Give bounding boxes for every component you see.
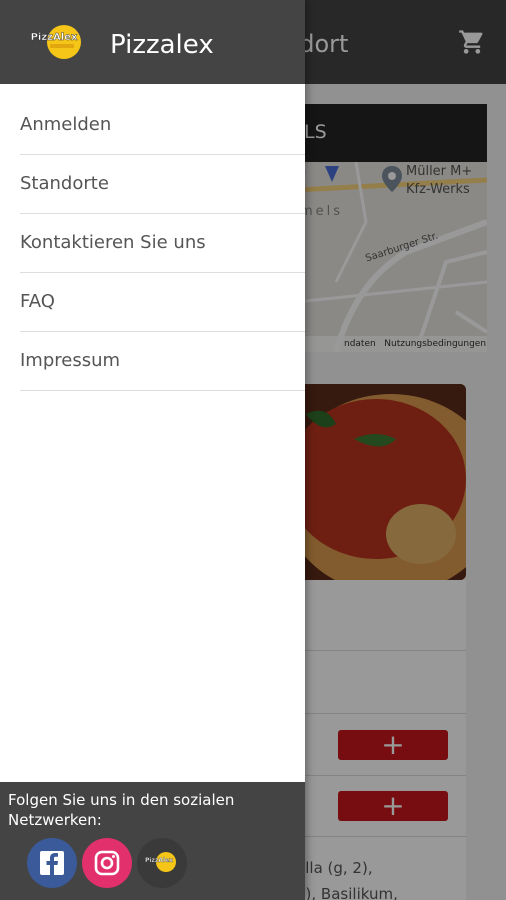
drawer-title: Pizzalex — [110, 30, 214, 60]
instagram-button[interactable] — [82, 838, 132, 888]
menu-item-label: FAQ — [20, 291, 55, 312]
instagram-icon — [94, 850, 120, 876]
facebook-icon — [40, 851, 64, 875]
drawer-menu: Anmelden Standorte Kontaktieren Sie uns … — [0, 96, 305, 391]
pizzalex-logo-icon: PizzAlex — [145, 852, 176, 872]
social-section: Folgen Sie uns in den sozialen Netzwerke… — [0, 782, 305, 900]
navigation-drawer: PizzAlex Pizzalex Anmelden Standorte Kon… — [0, 0, 305, 900]
menu-item-standorte[interactable]: Standorte — [20, 155, 305, 214]
logo-text: PizzAlex — [31, 32, 78, 43]
pizzalex-logo: PizzAlex — [30, 25, 81, 59]
menu-item-label: Standorte — [20, 173, 109, 194]
social-heading: Folgen Sie uns in den sozialen Netzwerke… — [8, 791, 235, 829]
logo-text-small: PizzAlex — [145, 857, 173, 864]
menu-item-label: Impressum — [20, 350, 121, 371]
drawer-header: PizzAlex Pizzalex — [0, 0, 305, 84]
menu-item-anmelden[interactable]: Anmelden — [20, 96, 305, 155]
menu-item-faq[interactable]: FAQ — [20, 273, 305, 332]
menu-item-kontakt[interactable]: Kontaktieren Sie uns — [20, 214, 305, 273]
pizzalex-website-button[interactable]: PizzAlex — [137, 838, 187, 888]
menu-item-impressum[interactable]: Impressum — [20, 332, 305, 391]
facebook-button[interactable] — [27, 838, 77, 888]
menu-item-label: Anmelden — [20, 114, 112, 135]
menu-item-label: Kontaktieren Sie uns — [20, 232, 206, 253]
